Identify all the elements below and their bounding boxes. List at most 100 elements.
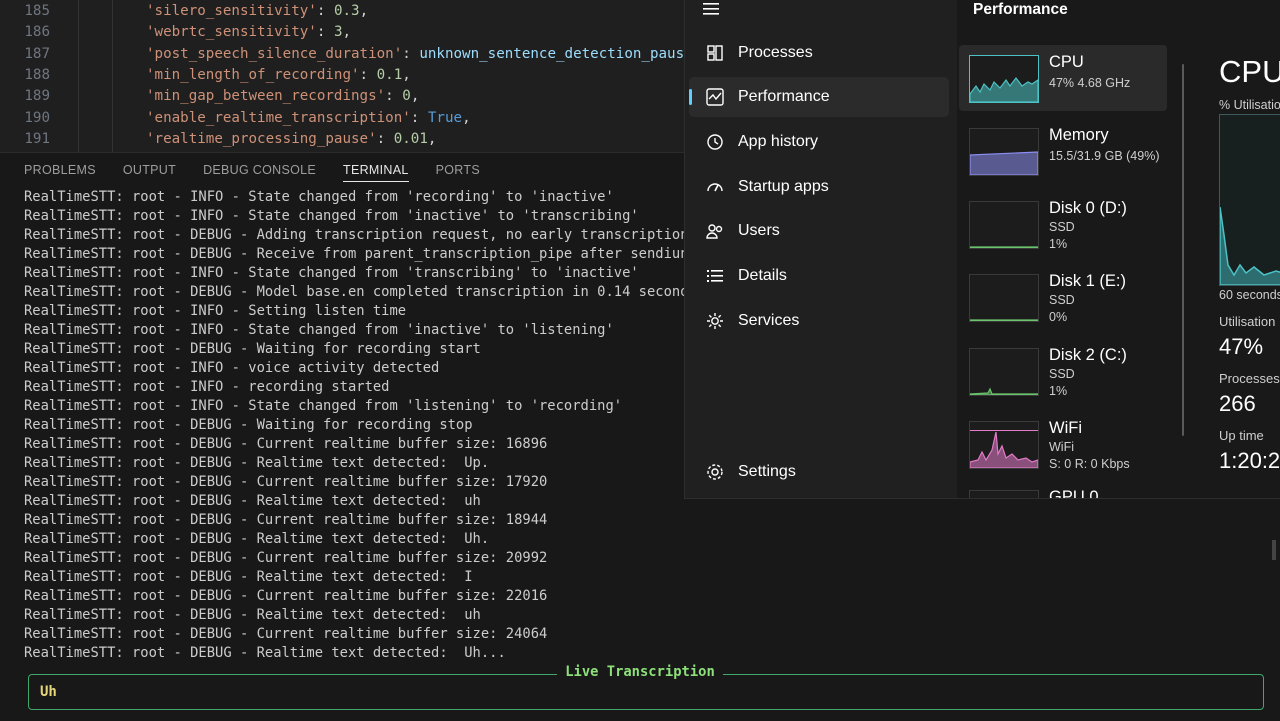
resource-graph — [969, 274, 1039, 322]
resource-graph — [969, 348, 1039, 396]
cpu-graph-line — [1219, 206, 1280, 286]
nav-item-details[interactable]: Details — [689, 256, 949, 296]
line-number: 189 — [24, 88, 50, 105]
performance-pane: Performance CPU 47% 4.68 GHz Memory 15.5/31… — [957, 0, 1280, 498]
terminal-line: RealTimeSTT: root - DEBUG - Realtime tex… — [24, 569, 473, 585]
performance-icon — [705, 87, 725, 107]
resource-graph — [969, 201, 1039, 249]
resource-cpu[interactable]: CPU 47% 4.68 GHz — [959, 45, 1167, 111]
punctuation: , — [402, 66, 411, 83]
code-text: 'silero_sensitivity': 0.3, — [146, 1, 368, 22]
terminal-line: RealTimeSTT: root - INFO - Setting liste… — [24, 303, 407, 319]
resource-detail: 47% 4.68 GHz — [1049, 76, 1131, 90]
resource-detail: WiFi — [1049, 440, 1074, 454]
terminal-line: RealTimeSTT: root - DEBUG - Realtime tex… — [24, 645, 506, 661]
resource-graph — [969, 128, 1039, 176]
punctuation: : — [316, 24, 334, 41]
punctuation: : — [410, 109, 428, 126]
nav-item-label: Performance — [738, 88, 830, 105]
code-line: 188 'min_length_of_recording': 0.1, — [0, 65, 684, 86]
resource-wifi[interactable]: WiFi WiFi S: 0 R: 0 Kbps — [959, 411, 1167, 477]
resource-detail: 15.5/31.9 GB (49%) — [1049, 149, 1160, 163]
resource-list-scrollbar[interactable] — [1182, 64, 1184, 436]
utilisation-value: 47% — [1219, 334, 1264, 359]
dict-key: 'webrtc_sensitivity' — [146, 24, 317, 41]
dict-key: 'enable_realtime_transcription' — [146, 109, 411, 126]
terminal-line: RealTimeSTT: root - INFO - State changed… — [24, 322, 614, 338]
detail-title: CPU — [1219, 54, 1280, 89]
terminal-line: RealTimeSTT: root - DEBUG - Realtime tex… — [24, 493, 481, 509]
terminal-scrollbar[interactable] — [1272, 540, 1276, 560]
terminal-line: RealTimeSTT: root - DEBUG - Waiting for … — [24, 417, 473, 433]
terminal-line: RealTimeSTT: root - INFO - State changed… — [24, 265, 639, 281]
code-text: 'min_gap_between_recordings': 0, — [146, 86, 419, 107]
dict-value: 0.01 — [393, 130, 428, 147]
nav-item-processes[interactable]: Processes — [689, 33, 949, 73]
tab-problems[interactable]: PROBLEMS — [24, 153, 96, 187]
resource-disk-0-d[interactable]: Disk 0 (D:) SSD 1% — [959, 191, 1167, 257]
app-history-icon — [705, 132, 725, 152]
resource-disk-2-c[interactable]: Disk 2 (C:) SSD 1% — [959, 338, 1167, 404]
dict-key: 'min_gap_between_recordings' — [146, 88, 386, 105]
services-icon — [705, 311, 725, 331]
dict-value: 0 — [402, 88, 411, 105]
tab-terminal[interactable]: TERMINAL — [343, 153, 409, 187]
terminal-line: RealTimeSTT: root - INFO - voice activit… — [24, 360, 440, 376]
uptime-label: Up time — [1219, 428, 1264, 443]
settings-icon — [705, 462, 725, 482]
resource-name: Disk 0 (D:) — [1049, 199, 1127, 217]
line-number: 190 — [24, 109, 50, 126]
nav-item-settings[interactable]: Settings — [689, 452, 949, 492]
terminal-line: RealTimeSTT: root - DEBUG - Adding trans… — [24, 227, 684, 243]
nav-item-startup-apps[interactable]: Startup apps — [689, 167, 949, 207]
terminal-line: RealTimeSTT: root - INFO - State changed… — [24, 208, 639, 224]
live-transcription-title: Live Transcription — [0, 664, 1280, 680]
terminal-line: RealTimeSTT: root - DEBUG - Current real… — [24, 474, 548, 490]
details-icon — [705, 266, 725, 286]
resource-graph — [969, 490, 1039, 498]
punctuation: : — [385, 88, 403, 105]
tab-debug-console[interactable]: DEBUG CONSOLE — [203, 153, 316, 187]
line-number: 188 — [24, 66, 50, 83]
resource-graph — [969, 55, 1039, 103]
dict-key: 'silero_sensitivity' — [146, 3, 317, 19]
uptime-value: 1:20:2 — [1219, 448, 1280, 473]
terminal-line: RealTimeSTT: root - INFO - State changed… — [24, 189, 614, 205]
nav-item-users[interactable]: Users — [689, 211, 949, 251]
resource-name: CPU — [1049, 53, 1084, 71]
terminal-line: RealTimeSTT: root - DEBUG - Receive from… — [24, 246, 684, 262]
punctuation: , — [427, 130, 437, 147]
hamburger-menu-button[interactable] — [703, 0, 723, 15]
processes-icon — [705, 43, 725, 63]
code-editor[interactable]: 185 'silero_sensitivity': 0.3, 186 'webrtc_… — [0, 0, 684, 152]
hamburger-icon — [703, 3, 719, 15]
code-line: 187 'post_speech_silence_duration': unkno… — [0, 44, 684, 65]
dict-value: 0.1 — [376, 66, 403, 83]
line-number: 187 — [24, 45, 50, 62]
processes-value: 266 — [1219, 391, 1256, 416]
resource-name: GPU 0 — [1049, 488, 1099, 498]
resource-memory[interactable]: Memory 15.5/31.9 GB (49%) — [959, 118, 1167, 184]
dict-value: 0.3 — [333, 3, 360, 19]
tab-output[interactable]: OUTPUT — [123, 153, 176, 187]
terminal-line: RealTimeSTT: root - DEBUG - Realtime tex… — [24, 607, 481, 623]
live-transcription-text: Uh — [40, 684, 57, 700]
performance-header: Performance — [973, 1, 1068, 18]
utilisation-label: Utilisation — [1219, 314, 1276, 329]
resource-gpu-0[interactable]: GPU 0 — [959, 480, 1167, 498]
nav-item-services[interactable]: Services — [689, 301, 949, 341]
nav-item-label: Startup apps — [738, 178, 829, 195]
startup-apps-icon — [705, 177, 725, 197]
code-text: 'realtime_processing_pause': 0.01, — [146, 129, 436, 150]
punctuation: : — [359, 66, 377, 83]
terminal-line: RealTimeSTT: root - DEBUG - Realtime tex… — [24, 531, 490, 547]
line-number: 185 — [24, 3, 50, 19]
nav-item-label: Settings — [738, 463, 796, 480]
punctuation: : — [316, 3, 334, 19]
resource-disk-1-e[interactable]: Disk 1 (E:) SSD 0% — [959, 264, 1167, 330]
tab-ports[interactable]: PORTS — [436, 153, 480, 187]
nav-item-app-history[interactable]: App history — [689, 122, 949, 162]
code-text: 'min_length_of_recording': 0.1, — [146, 65, 411, 86]
nav-item-performance[interactable]: Performance — [689, 77, 949, 117]
nav-item-label: Processes — [738, 44, 813, 61]
